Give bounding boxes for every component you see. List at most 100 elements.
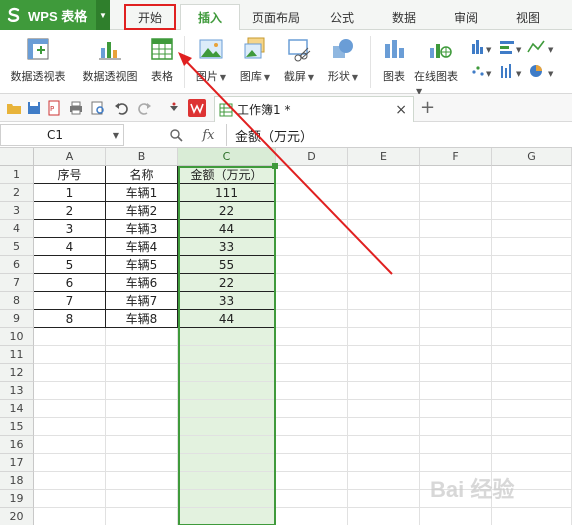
chart-types-gallery[interactable]: ▼ ▼ ▼ ▼ ▼ ▼ [470, 38, 570, 88]
cell[interactable] [178, 382, 276, 400]
column-header-g[interactable]: G [492, 148, 572, 166]
cell[interactable] [106, 346, 178, 364]
cell[interactable] [420, 346, 492, 364]
cell[interactable] [348, 202, 420, 220]
cell[interactable] [492, 364, 572, 382]
cell[interactable] [276, 454, 348, 472]
cell[interactable]: 33 [178, 292, 276, 310]
row-header[interactable]: 3 [0, 202, 34, 220]
cell[interactable] [276, 382, 348, 400]
cell[interactable] [178, 454, 276, 472]
undo-icon[interactable] [114, 100, 130, 116]
row-header[interactable]: 2 [0, 184, 34, 202]
cell[interactable] [420, 274, 492, 292]
cell[interactable] [34, 472, 106, 490]
cell[interactable] [420, 436, 492, 454]
cell[interactable] [348, 346, 420, 364]
table-button[interactable]: 表格 [146, 36, 178, 84]
cell[interactable] [492, 274, 572, 292]
new-tab-icon[interactable]: + [420, 97, 435, 118]
cell[interactable] [420, 508, 492, 525]
cell[interactable] [276, 166, 348, 184]
row-header[interactable]: 18 [0, 472, 34, 490]
cell[interactable] [178, 436, 276, 454]
cell[interactable]: 111 [178, 184, 276, 202]
cell[interactable]: 名称 [106, 166, 178, 184]
row-header[interactable]: 9 [0, 310, 34, 328]
cell[interactable] [276, 418, 348, 436]
cell[interactable] [106, 490, 178, 508]
cell[interactable] [420, 166, 492, 184]
cell[interactable]: 22 [178, 274, 276, 292]
cell[interactable]: 序号 [34, 166, 106, 184]
cell[interactable]: 车辆3 [106, 220, 178, 238]
cell[interactable] [276, 472, 348, 490]
cell[interactable] [348, 292, 420, 310]
app-dropdown-button[interactable]: ▼ [96, 0, 110, 30]
cell[interactable] [420, 220, 492, 238]
cell[interactable] [348, 274, 420, 292]
cell[interactable] [348, 382, 420, 400]
cell[interactable] [276, 292, 348, 310]
cell[interactable] [492, 184, 572, 202]
cell[interactable] [492, 220, 572, 238]
cell[interactable] [34, 382, 106, 400]
row-header[interactable]: 10 [0, 328, 34, 346]
cell[interactable] [106, 418, 178, 436]
cell[interactable]: 4 [34, 238, 106, 256]
cell[interactable] [348, 328, 420, 346]
cell[interactable] [106, 436, 178, 454]
cell[interactable] [34, 418, 106, 436]
row-header[interactable]: 16 [0, 436, 34, 454]
cell[interactable]: 6 [34, 274, 106, 292]
cell[interactable] [420, 382, 492, 400]
select-all-corner[interactable] [0, 148, 34, 166]
row-header[interactable]: 1 [0, 166, 34, 184]
row-header[interactable]: 8 [0, 292, 34, 310]
cell[interactable] [492, 382, 572, 400]
cell[interactable] [420, 364, 492, 382]
cell[interactable]: 44 [178, 310, 276, 328]
cell[interactable] [34, 400, 106, 418]
cell[interactable] [348, 238, 420, 256]
row-header[interactable]: 13 [0, 382, 34, 400]
cell[interactable] [276, 490, 348, 508]
row-header[interactable]: 5 [0, 238, 34, 256]
gallery-button[interactable]: 图库 ▼ [236, 36, 274, 84]
row-header[interactable]: 14 [0, 400, 34, 418]
cell[interactable]: 55 [178, 256, 276, 274]
cell[interactable] [348, 184, 420, 202]
cell[interactable]: 7 [34, 292, 106, 310]
pivot-table-button[interactable]: 数据透视表 [6, 36, 70, 84]
cell[interactable] [106, 364, 178, 382]
cell[interactable] [348, 364, 420, 382]
cell[interactable] [492, 310, 572, 328]
column-header-c[interactable]: C [178, 148, 276, 166]
fill-handle[interactable] [272, 163, 278, 169]
cell[interactable] [178, 328, 276, 346]
cell[interactable] [276, 220, 348, 238]
cell[interactable]: 车辆4 [106, 238, 178, 256]
cell[interactable] [106, 454, 178, 472]
cell[interactable] [178, 472, 276, 490]
cell[interactable] [178, 490, 276, 508]
cell[interactable] [348, 310, 420, 328]
cell[interactable]: 44 [178, 220, 276, 238]
cell[interactable] [34, 508, 106, 525]
cell[interactable] [276, 364, 348, 382]
cell[interactable] [348, 220, 420, 238]
cell[interactable] [492, 436, 572, 454]
cell[interactable] [276, 328, 348, 346]
cell[interactable] [106, 382, 178, 400]
cell[interactable]: 金额（万元） [178, 166, 276, 184]
cell[interactable] [420, 202, 492, 220]
export-pdf-icon[interactable]: P [46, 100, 62, 116]
cell[interactable]: 5 [34, 256, 106, 274]
cell[interactable] [492, 238, 572, 256]
pivot-chart-button[interactable]: 数据透视图 [78, 36, 142, 84]
cell[interactable] [276, 508, 348, 525]
row-header[interactable]: 4 [0, 220, 34, 238]
formula-input[interactable]: 金额（万元） [226, 124, 572, 146]
row-header[interactable]: 17 [0, 454, 34, 472]
cell[interactable] [34, 454, 106, 472]
